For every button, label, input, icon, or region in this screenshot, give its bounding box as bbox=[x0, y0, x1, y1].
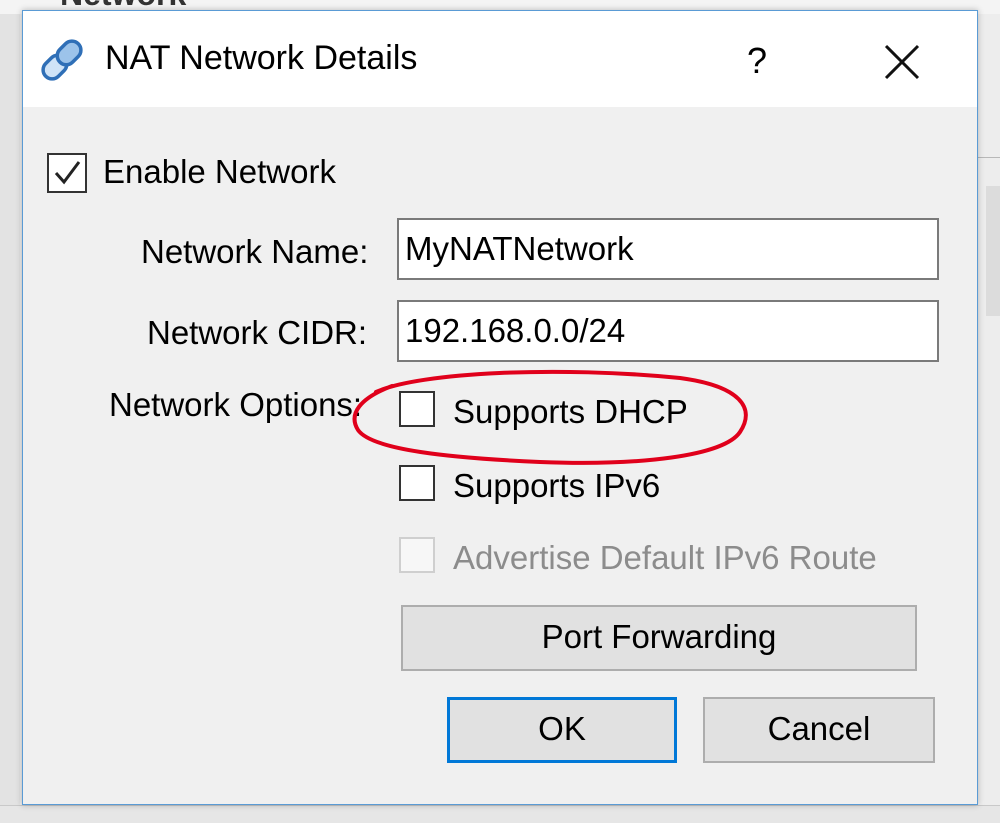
network-cidr-input[interactable] bbox=[397, 300, 939, 362]
supports-ipv6-label[interactable]: Supports IPv6 bbox=[453, 467, 660, 505]
enable-network-checkbox[interactable] bbox=[47, 153, 87, 193]
nat-network-details-dialog: NAT Network Details ? Enable Network Net… bbox=[22, 10, 978, 805]
ok-button[interactable]: OK bbox=[447, 697, 677, 763]
enable-network-label[interactable]: Enable Network bbox=[103, 153, 336, 191]
supports-dhcp-checkbox[interactable] bbox=[399, 391, 435, 427]
background-window-bottom-edge bbox=[0, 805, 1000, 823]
background-divider bbox=[978, 157, 1000, 158]
supports-dhcp-label[interactable]: Supports DHCP bbox=[453, 393, 688, 431]
network-name-input[interactable] bbox=[397, 218, 939, 280]
cancel-button[interactable]: Cancel bbox=[703, 697, 935, 763]
dialog-titlebar[interactable]: NAT Network Details ? bbox=[23, 11, 977, 107]
dialog-title: NAT Network Details bbox=[105, 39, 418, 77]
close-icon bbox=[873, 44, 931, 95]
network-cidr-label: Network CIDR: bbox=[147, 314, 368, 351]
link-icon bbox=[35, 33, 89, 87]
close-button[interactable] bbox=[873, 33, 931, 91]
background-window-right-edge bbox=[978, 14, 1000, 822]
background-window-left-edge bbox=[0, 14, 20, 822]
network-options-label: Network Options: bbox=[109, 386, 363, 423]
port-forwarding-button[interactable]: Port Forwarding bbox=[401, 605, 917, 671]
network-name-label: Network Name: bbox=[141, 233, 369, 270]
advertise-default-ipv6-route-label: Advertise Default IPv6 Route bbox=[453, 539, 877, 576]
supports-ipv6-checkbox[interactable] bbox=[399, 465, 435, 501]
advertise-default-ipv6-route-checkbox bbox=[399, 537, 435, 573]
checkmark-icon bbox=[54, 161, 81, 185]
help-button[interactable]: ? bbox=[729, 33, 785, 89]
background-panel-strip bbox=[986, 186, 1000, 316]
